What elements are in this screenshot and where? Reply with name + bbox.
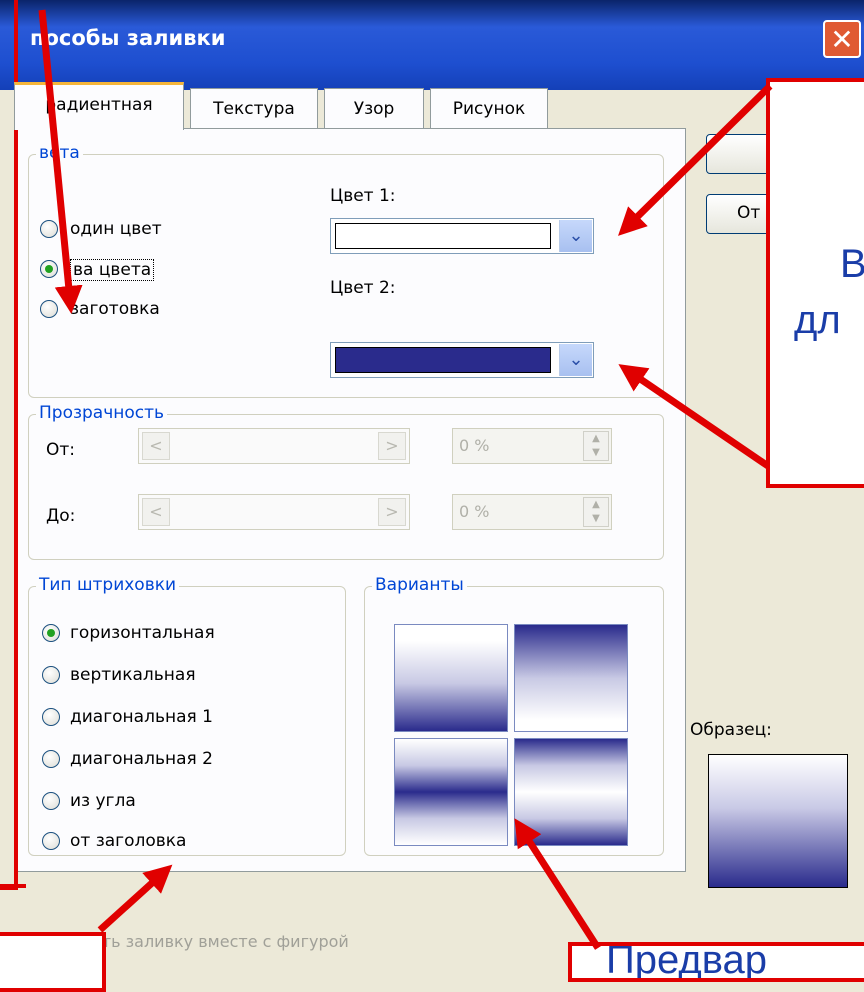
callout-bottom-right: Предвар [568,942,864,982]
spin-arrows-icon[interactable]: ▲ ▼ [583,431,609,461]
color2-label: Цвет 2: [330,278,396,298]
rotate-with-shape-label: ать заливку вместе с фигурой [92,932,349,951]
transparency-to-label: До: [46,506,76,526]
scroll-left-icon[interactable]: < [142,498,170,526]
cancel-button-label: От [737,203,761,223]
radio-preset[interactable] [40,300,58,318]
radio-two-colors[interactable] [40,260,58,278]
variant-tile[interactable] [514,624,628,732]
radio-vertical-label: вертикальная [70,665,196,685]
callout-bottom-left [0,932,106,992]
callout-right-fragment: дл [794,298,841,342]
radio-vertical[interactable] [42,666,60,684]
tab-gradient[interactable]: радиентная [14,82,184,130]
radio-diagonal-1[interactable] [42,708,60,726]
transparency-group-label: Прозрачность [36,403,168,423]
variant-tile[interactable] [394,624,508,732]
close-button[interactable]: ✕ [823,20,861,58]
transparency-from-label: От: [46,440,76,460]
callout-right: В дл [766,78,864,488]
tab-pattern[interactable]: Узор [324,88,424,128]
callout-bottom-text: Предвар [606,942,767,982]
transparency-from-value: 0 % [459,436,490,455]
spin-arrows-icon[interactable]: ▲ ▼ [583,497,609,527]
transparency-from-slider[interactable]: < > [138,428,410,464]
shading-group-label: Тип штриховки [36,575,180,595]
window-title: пособы заливки [30,26,226,50]
color1-swatch [335,223,551,249]
radio-from-title[interactable] [42,832,60,850]
radio-one-color-label: один цвет [70,219,162,239]
radio-one-color[interactable] [40,220,58,238]
color1-label: Цвет 1: [330,186,396,206]
tab-texture[interactable]: Текстура [190,88,318,128]
radio-diagonal-2[interactable] [42,750,60,768]
radio-diagonal-1-label: диагональная 1 [70,707,213,727]
transparency-from-spinner[interactable]: 0 % ▲ ▼ [452,428,612,464]
scroll-right-icon[interactable]: > [378,432,406,460]
tab-picture[interactable]: Рисунок [430,88,548,128]
callout-right-letter: В [840,242,864,287]
colors-group-label: вета [36,143,83,163]
variant-tile[interactable] [394,738,508,846]
callout-left-bottom-edge [0,884,26,888]
variants-group-label: Варианты [372,575,467,595]
chevron-down-icon[interactable]: ⌄ [559,220,592,252]
color2-swatch [335,347,551,373]
scroll-left-icon[interactable]: < [142,432,170,460]
radio-preset-label: заготовка [70,299,160,319]
radio-two-colors-label: ва цвета [70,259,155,281]
variant-tile[interactable] [514,738,628,846]
chevron-down-icon[interactable]: ⌄ [559,344,592,376]
radio-from-title-label: от заголовка [70,831,187,851]
sample-label: Образец: [690,720,772,740]
transparency-to-slider[interactable]: < > [138,494,410,530]
color2-dropdown[interactable]: ⌄ [330,342,594,378]
callout-left-border [0,0,18,890]
radio-from-corner-label: из угла [70,791,136,811]
radio-diagonal-2-label: диагональная 2 [70,749,213,769]
radio-from-corner[interactable] [42,792,60,810]
radio-horizontal[interactable] [42,624,60,642]
color1-dropdown[interactable]: ⌄ [330,218,594,254]
sample-preview [708,754,848,888]
transparency-to-spinner[interactable]: 0 % ▲ ▼ [452,494,612,530]
scroll-right-icon[interactable]: > [378,498,406,526]
radio-horizontal-label: горизонтальная [70,623,215,643]
transparency-to-value: 0 % [459,502,490,521]
